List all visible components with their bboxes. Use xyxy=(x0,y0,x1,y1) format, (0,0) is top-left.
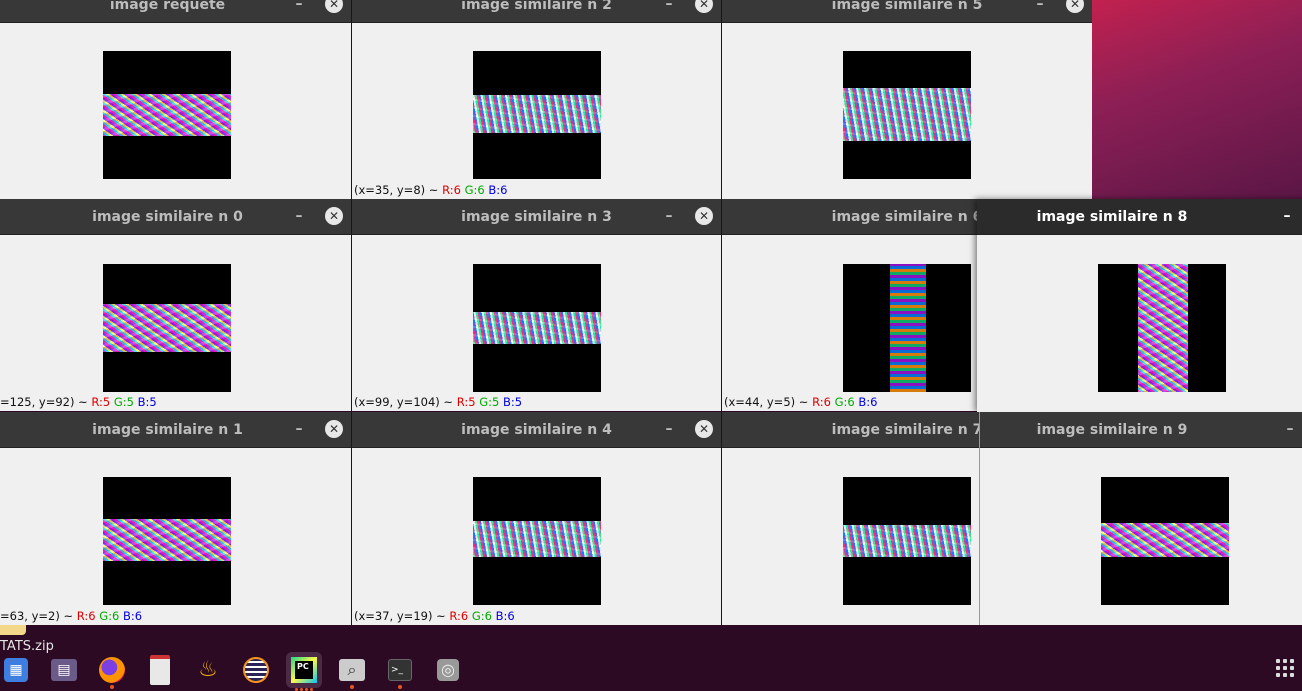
window-image-similaire-4[interactable]: image similaire n 4 – ✕ (x=37, y=19) ~ R… xyxy=(352,412,721,625)
window-title: image similaire n 5 xyxy=(831,0,983,13)
window-titlebar[interactable]: image similaire n 3 – ✕ xyxy=(352,199,721,235)
window-titlebar[interactable]: image similaire n 1 – ✕ xyxy=(0,412,351,448)
eclipse-icon[interactable] xyxy=(240,654,272,686)
firefox-icon[interactable] xyxy=(96,654,128,689)
pixel-status-bar: (x=37, y=19) ~ R:6 G:6 B:6 xyxy=(354,609,515,623)
window-title: image similaire n 1 xyxy=(92,421,243,438)
window-title: image similaire n 2 xyxy=(461,0,612,13)
window-title: image similaire n 7 xyxy=(831,421,983,438)
terminal-icon[interactable]: >_ xyxy=(384,654,416,689)
minimize-button[interactable]: – xyxy=(291,208,307,224)
similar-image xyxy=(1101,477,1229,605)
window-title: image similaire n 0 xyxy=(92,208,243,225)
window-image-similaire-8[interactable]: image similaire n 8 – xyxy=(977,199,1302,412)
minimize-button[interactable]: – xyxy=(291,421,307,437)
window-titlebar[interactable]: image similaire n 9 – xyxy=(980,412,1302,448)
close-button[interactable]: ✕ xyxy=(1066,0,1084,13)
minimize-button[interactable]: – xyxy=(1032,0,1048,12)
window-image-requete[interactable]: image requete – ✕ xyxy=(0,0,351,199)
close-button[interactable]: ✕ xyxy=(695,0,713,13)
minimize-button[interactable]: – xyxy=(661,421,677,437)
pixel-status-bar: (x=44, y=5) ~ R:6 G:6 B:6 xyxy=(724,395,878,409)
similar-image xyxy=(843,264,971,392)
disk-icon[interactable]: ◎ xyxy=(432,654,464,686)
window-titlebar[interactable]: image similaire n 8 – xyxy=(977,199,1302,235)
window-image-similaire-1[interactable]: image similaire n 1 – ✕ =63, y=2) ~ R:6 … xyxy=(0,412,351,625)
query-image xyxy=(103,51,231,179)
python-app-icon[interactable]: ♨ xyxy=(192,654,224,686)
similar-image xyxy=(843,51,971,179)
window-image-similaire-3[interactable]: image similaire n 3 – ✕ (x=99, y=104) ~ … xyxy=(352,199,721,411)
desktop-wallpaper xyxy=(1092,0,1302,200)
window-title: image similaire n 8 xyxy=(1036,208,1188,225)
close-button[interactable]: ✕ xyxy=(325,207,343,225)
window-title: image similaire n 9 xyxy=(1036,421,1188,438)
similar-image xyxy=(473,51,601,179)
minimize-button[interactable]: – xyxy=(291,0,307,12)
window-image-similaire-2[interactable]: image similaire n 2 – ✕ (x=35, y=8) ~ R:… xyxy=(352,0,721,199)
minimize-button[interactable]: – xyxy=(661,208,677,224)
dock: TATS.zip ▦ ▤ ♨ PC ⌕ >_ ◎ xyxy=(0,625,1302,691)
window-titlebar[interactable]: image similaire n 4 – ✕ xyxy=(352,412,721,448)
image-viewer-icon[interactable]: ⌕ xyxy=(336,654,368,689)
minimize-button[interactable]: – xyxy=(1279,208,1295,224)
window-image-similaire-9[interactable]: image similaire n 9 – xyxy=(979,412,1302,625)
pycharm-icon[interactable]: PC xyxy=(286,652,322,691)
window-titlebar[interactable]: image requete – ✕ xyxy=(0,0,351,23)
window-titlebar[interactable]: image similaire n 2 – ✕ xyxy=(352,0,721,23)
similar-image xyxy=(473,477,601,605)
close-button[interactable]: ✕ xyxy=(325,0,343,13)
window-title: image requete xyxy=(109,0,226,13)
window-image-similaire-0[interactable]: image similaire n 0 – ✕ =125, y=92) ~ R:… xyxy=(0,199,351,411)
pixel-status-bar: =125, y=92) ~ R:5 G:5 B:5 xyxy=(0,395,157,409)
similar-image xyxy=(843,477,971,605)
window-title: image similaire n 6 xyxy=(831,208,983,225)
similar-image xyxy=(473,264,601,392)
similar-image xyxy=(1098,264,1226,392)
pixel-status-bar: (x=35, y=8) ~ R:6 G:6 B:6 xyxy=(354,183,508,197)
close-button[interactable]: ✕ xyxy=(695,420,713,438)
close-button[interactable]: ✕ xyxy=(695,207,713,225)
window-image-similaire-5[interactable]: image similaire n 5 – ✕ xyxy=(722,0,1092,199)
notes-app-icon[interactable]: ▦ xyxy=(0,654,32,686)
window-titlebar[interactable]: image similaire n 5 – ✕ xyxy=(722,0,1092,23)
pixel-status-bar: (x=99, y=104) ~ R:5 G:5 B:5 xyxy=(354,395,523,409)
document-viewer-icon[interactable] xyxy=(144,654,176,686)
minimize-button[interactable]: – xyxy=(661,0,677,12)
close-button[interactable]: ✕ xyxy=(325,420,343,438)
folder-icon[interactable] xyxy=(0,625,26,635)
similar-image xyxy=(103,477,231,605)
similar-image xyxy=(103,264,231,392)
window-title: image similaire n 3 xyxy=(461,208,612,225)
desktop-file-label[interactable]: TATS.zip xyxy=(0,639,54,654)
video-app-icon[interactable]: ▤ xyxy=(48,654,80,686)
pixel-status-bar: =63, y=2) ~ R:6 G:6 B:6 xyxy=(0,609,143,623)
show-applications-grid-icon[interactable] xyxy=(1276,659,1294,677)
window-titlebar[interactable]: image similaire n 0 – ✕ xyxy=(0,199,351,235)
window-title: image similaire n 4 xyxy=(461,421,612,438)
minimize-button[interactable]: – xyxy=(1282,421,1298,437)
